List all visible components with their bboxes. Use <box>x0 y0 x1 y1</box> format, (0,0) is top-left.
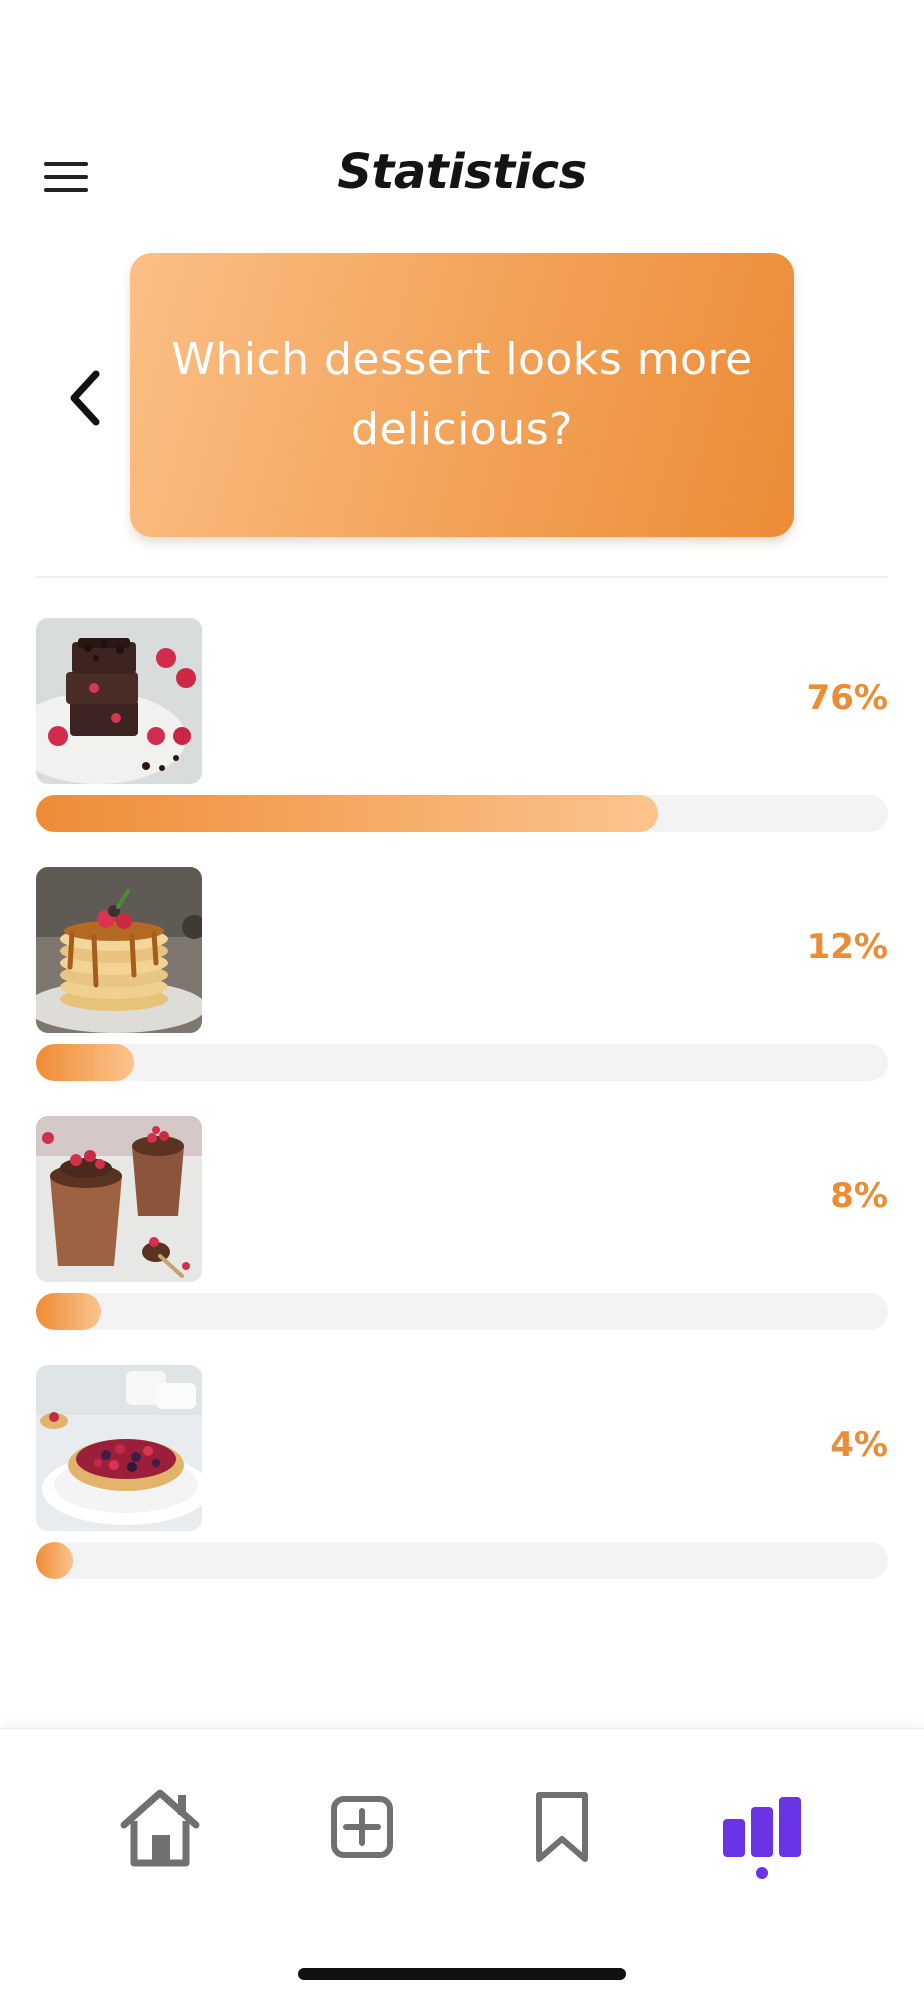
result-bar-fill <box>36 795 658 832</box>
result-percent: 76% <box>806 678 888 718</box>
result-bar-fill <box>36 1293 102 1330</box>
result-percent: 12% <box>806 927 888 967</box>
result-bar-fill <box>36 1044 135 1081</box>
result-percent: 4% <box>830 1425 888 1465</box>
home-icon <box>118 1787 202 1871</box>
result-bar-track <box>36 1044 888 1081</box>
result-bar-track <box>36 795 888 832</box>
question-text: Which dessert looks more delicious? <box>171 334 753 455</box>
divider <box>36 576 888 578</box>
result-percent: 8% <box>830 1176 888 1216</box>
chocolate-mousse-image <box>36 1116 202 1282</box>
tab-statistics[interactable] <box>712 1779 812 1879</box>
result-option-1[interactable]: 76% <box>36 618 888 832</box>
result-option-4[interactable]: 4% <box>36 1365 888 1579</box>
tab-saved[interactable] <box>512 1779 612 1879</box>
pancake-stack-image <box>36 867 202 1033</box>
top-bar: Statistics <box>0 130 924 222</box>
tab-create[interactable] <box>312 1779 412 1879</box>
result-option-3[interactable]: 8% <box>36 1116 888 1330</box>
bar-chart-icon <box>721 1797 803 1861</box>
question-card[interactable]: Which dessert looks more delicious? <box>130 253 794 537</box>
add-square-icon <box>330 1795 394 1863</box>
tab-home[interactable] <box>110 1779 210 1879</box>
bottom-tab-bar <box>0 1728 924 2001</box>
bookmark-icon <box>534 1790 590 1868</box>
result-option-2[interactable]: 12% <box>36 867 888 1081</box>
result-bar-fill <box>36 1542 73 1579</box>
page-title: Statistics <box>337 144 587 200</box>
active-tab-indicator <box>756 1867 768 1879</box>
chevron-left-icon[interactable] <box>64 370 110 426</box>
home-indicator <box>298 1968 626 1980</box>
result-bar-track <box>36 1542 888 1579</box>
result-bar-track <box>36 1293 888 1330</box>
berry-tart-image <box>36 1365 202 1531</box>
chocolate-brownie-image <box>36 618 202 784</box>
